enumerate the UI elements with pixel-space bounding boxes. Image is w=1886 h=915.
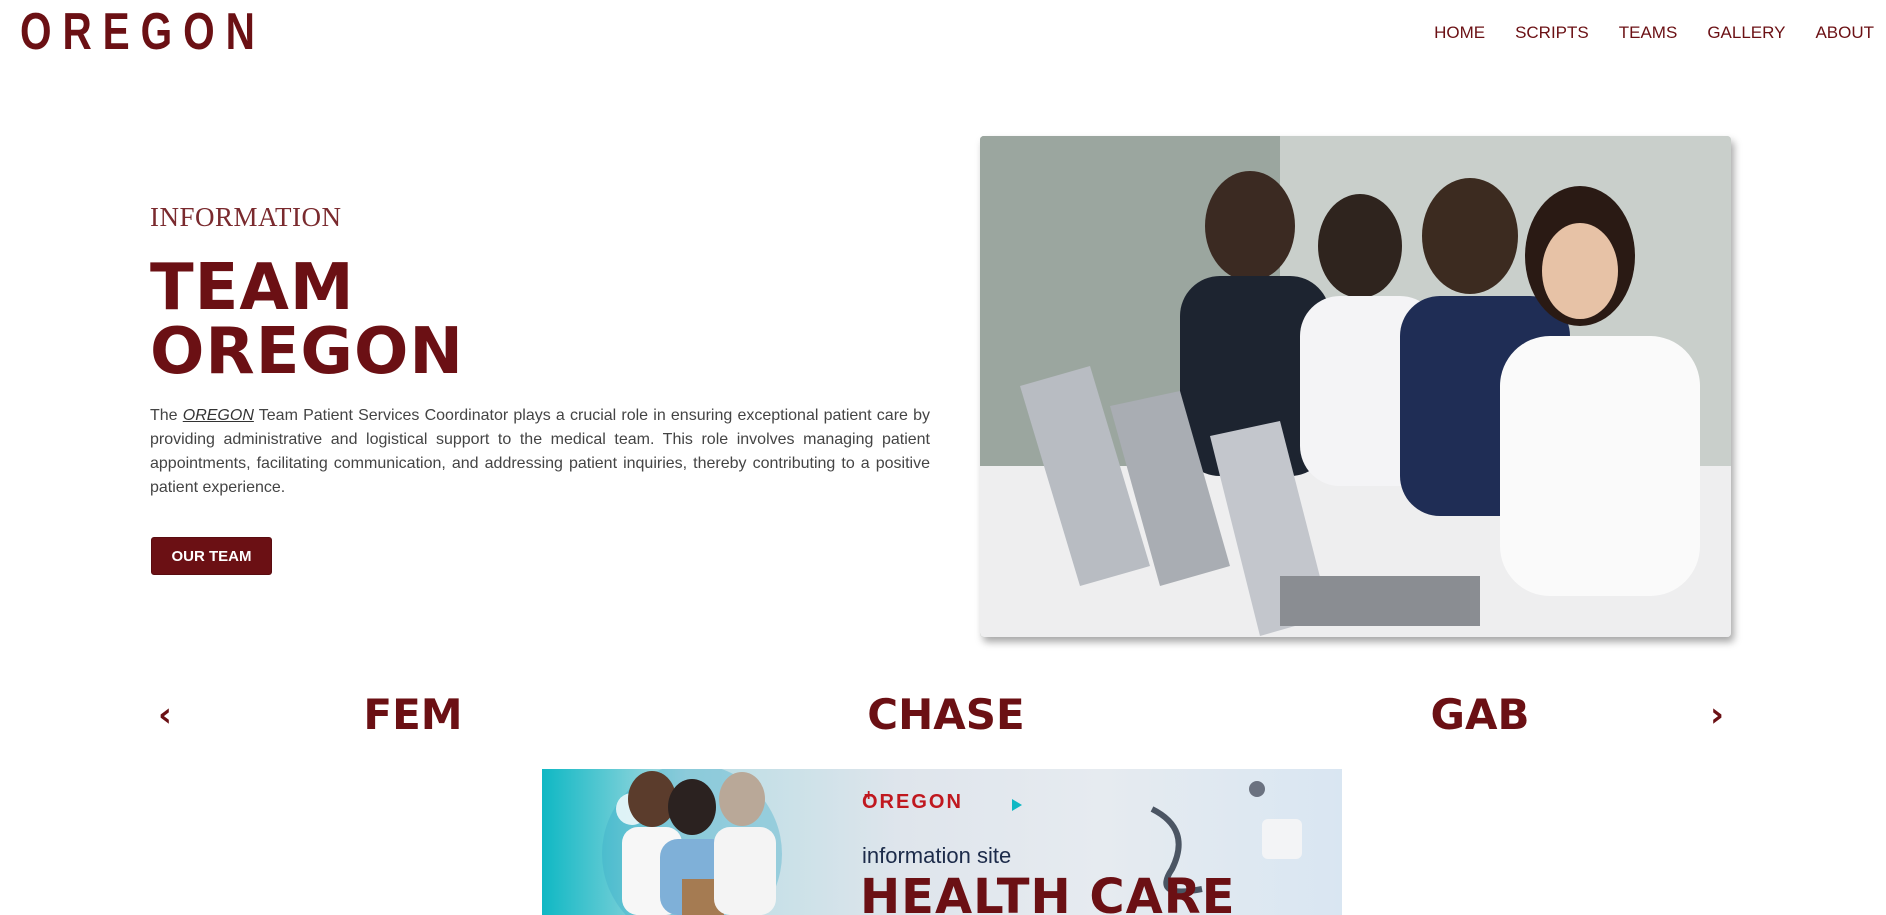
nav-scripts[interactable]: SCRIPTS — [1515, 22, 1589, 44]
hero-eyebrow: INFORMATION — [150, 202, 342, 232]
chevron-left-icon[interactable]: ‹ — [150, 695, 180, 735]
site-header: OREGON HOME SCRIPTS TEAMS GALLERY ABOUT — [0, 0, 1886, 66]
desc-before: The — [150, 407, 183, 424]
site-logo[interactable]: OREGON — [20, 4, 266, 60]
hero-description: The OREGON Team Patient Services Coordin… — [150, 404, 930, 500]
carousel-item-fem[interactable]: FEM — [263, 689, 563, 741]
nav-home[interactable]: HOME — [1434, 22, 1485, 44]
hero-title: TEAM OREGON — [150, 256, 930, 384]
call-center-illustration — [980, 136, 1731, 637]
call-center-photo — [980, 136, 1731, 637]
desc-after: Team Patient Services Coordinator plays … — [150, 407, 930, 496]
banner-brand: OREGON — [862, 791, 963, 813]
chevron-right-icon[interactable]: › — [1702, 695, 1732, 735]
banner-subtitle: information site — [862, 843, 1012, 868]
health-care-banner: + OREGON information site HEALTH CARE — [542, 769, 1342, 915]
nav-teams[interactable]: TEAMS — [1619, 22, 1678, 44]
nav-gallery[interactable]: GALLERY — [1707, 22, 1785, 44]
carousel-item-gab[interactable]: GAB — [1330, 689, 1630, 741]
hero-text: INFORMATION TEAM OREGON The OREGON Team … — [150, 200, 930, 500]
banner-title: HEALTH CARE — [860, 869, 1236, 915]
hero-title-line2: OREGON — [150, 315, 464, 389]
hero-title-line1: TEAM — [150, 251, 355, 325]
desc-brand: OREGON — [182, 407, 254, 424]
main-nav: HOME SCRIPTS TEAMS GALLERY ABOUT — [1404, 22, 1874, 44]
nav-about[interactable]: ABOUT — [1815, 22, 1874, 44]
carousel-item-chase[interactable]: CHASE — [796, 689, 1096, 741]
team-carousel: ‹ FEM CHASE GAB › — [150, 685, 1730, 745]
our-team-button[interactable]: OUR TEAM — [151, 537, 272, 575]
